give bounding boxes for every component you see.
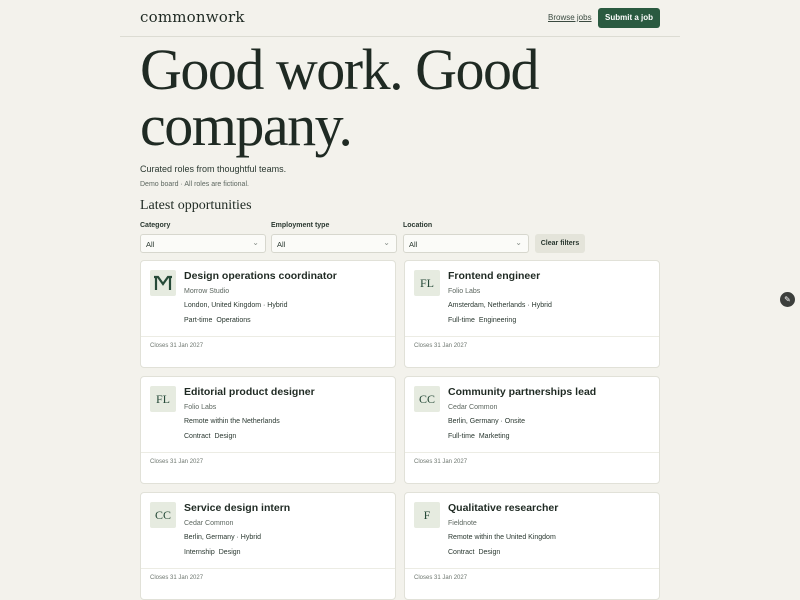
- employment-type-tag: Full-time: [448, 317, 475, 324]
- card-divider: [405, 568, 659, 569]
- company-logo: [150, 270, 176, 296]
- location-label: Location: [403, 222, 433, 229]
- category-tag: Design: [478, 549, 501, 556]
- company-logo: F: [414, 502, 440, 528]
- company-name: Folio Labs: [184, 404, 217, 411]
- location-value: All: [409, 240, 418, 249]
- company-logo: FL: [414, 270, 440, 296]
- chevron-down-icon: ⌄: [515, 238, 522, 247]
- top-navigation: commonwork Browse jobs Submit a job: [120, 0, 680, 37]
- job-title[interactable]: Community partnerships lead: [448, 386, 653, 398]
- employment-type-label: Employment type: [271, 222, 330, 229]
- job-card[interactable]: FL Editorial product designer Folio Labs…: [140, 376, 396, 484]
- category-tag: Design: [214, 433, 237, 440]
- employment-type-tag: Contract: [184, 433, 211, 440]
- job-card[interactable]: FL Frontend engineer Folio Labs Amsterda…: [404, 260, 660, 368]
- submit-job-button[interactable]: Submit a job: [598, 8, 660, 28]
- hero-headline: Good work. Good company.: [140, 37, 640, 158]
- employment-type-select[interactable]: All ⌄: [271, 234, 397, 253]
- job-tags: Full-time Engineering: [448, 317, 516, 324]
- chevron-down-icon: ⌄: [252, 238, 259, 247]
- hero-line-2: company.: [140, 93, 353, 158]
- job-card[interactable]: Design operations coordinator Morrow Stu…: [140, 260, 396, 368]
- clear-filters-button[interactable]: Clear filters: [535, 234, 585, 253]
- job-tags: Full-time Marketing: [448, 433, 510, 440]
- job-location: London, United Kingdom · Hybrid: [184, 302, 288, 309]
- closing-date: Closes 31 Jan 2027: [150, 343, 204, 349]
- employment-type-tag: Full-time: [448, 433, 475, 440]
- pencil-icon[interactable]: ✎: [780, 292, 795, 307]
- company-name: Morrow Studio: [184, 288, 230, 295]
- company-logo: FL: [150, 386, 176, 412]
- card-divider: [405, 336, 659, 337]
- closing-date: Closes 31 Jan 2027: [414, 575, 468, 581]
- site-logo[interactable]: commonwork: [140, 8, 245, 26]
- browse-jobs-link[interactable]: Browse jobs: [548, 13, 592, 22]
- category-label: Category: [140, 222, 171, 229]
- category-tag: Engineering: [478, 317, 517, 324]
- job-card[interactable]: CC Community partnerships lead Cedar Com…: [404, 376, 660, 484]
- job-location: Berlin, Germany · Hybrid: [184, 534, 262, 541]
- job-location: Berlin, Germany · Onsite: [448, 418, 526, 425]
- job-location: Remote within the Netherlands: [184, 418, 280, 425]
- company-logo: CC: [414, 386, 440, 412]
- section-title: Latest opportunities: [140, 198, 252, 213]
- closing-date: Closes 31 Jan 2027: [150, 459, 204, 465]
- employment-type-value: All: [277, 240, 286, 249]
- card-divider: [141, 452, 395, 453]
- employment-type-tag: Contract: [448, 549, 475, 556]
- card-divider: [141, 336, 395, 337]
- company-name: Folio Labs: [448, 288, 481, 295]
- job-location: Amsterdam, Netherlands · Hybrid: [448, 302, 552, 309]
- card-divider: [141, 568, 395, 569]
- category-tag: Marketing: [478, 433, 510, 440]
- job-title[interactable]: Editorial product designer: [184, 386, 389, 398]
- closing-date: Closes 31 Jan 2027: [150, 575, 204, 581]
- job-tags: Internship Design: [184, 549, 241, 556]
- job-tags: Part-time Operations: [184, 317, 251, 324]
- category-select[interactable]: All ⌄: [140, 234, 266, 253]
- company-name: Cedar Common: [184, 520, 234, 527]
- job-title[interactable]: Service design intern: [184, 502, 389, 514]
- job-card[interactable]: CC Service design intern Cedar Common Be…: [140, 492, 396, 600]
- employment-type-tag: Part-time: [184, 317, 213, 324]
- job-card[interactable]: F Qualitative researcher Fieldnote Remot…: [404, 492, 660, 600]
- hero-subtitle: Curated roles from thoughtful teams.: [140, 164, 287, 174]
- company-logo: CC: [150, 502, 176, 528]
- job-tags: Contract Design: [448, 549, 500, 556]
- category-value: All: [146, 240, 155, 249]
- closing-date: Closes 31 Jan 2027: [414, 459, 468, 465]
- card-divider: [405, 452, 659, 453]
- closing-date: Closes 31 Jan 2027: [414, 343, 468, 349]
- job-location: Remote within the United Kingdom: [448, 534, 556, 541]
- hero-line-1: Good work. Good: [140, 37, 539, 102]
- company-name: Cedar Common: [448, 404, 498, 411]
- job-title[interactable]: Frontend engineer: [448, 270, 653, 282]
- category-tag: Design: [218, 549, 241, 556]
- job-tags: Contract Design: [184, 433, 236, 440]
- demo-note: Demo board · All roles are fictional.: [140, 181, 249, 188]
- job-title[interactable]: Qualitative researcher: [448, 502, 653, 514]
- company-name: Fieldnote: [448, 520, 477, 527]
- job-title[interactable]: Design operations coordinator: [184, 270, 389, 282]
- chevron-down-icon: ⌄: [383, 238, 390, 247]
- employment-type-tag: Internship: [184, 549, 215, 556]
- location-select[interactable]: All ⌄: [403, 234, 529, 253]
- category-tag: Operations: [216, 317, 251, 324]
